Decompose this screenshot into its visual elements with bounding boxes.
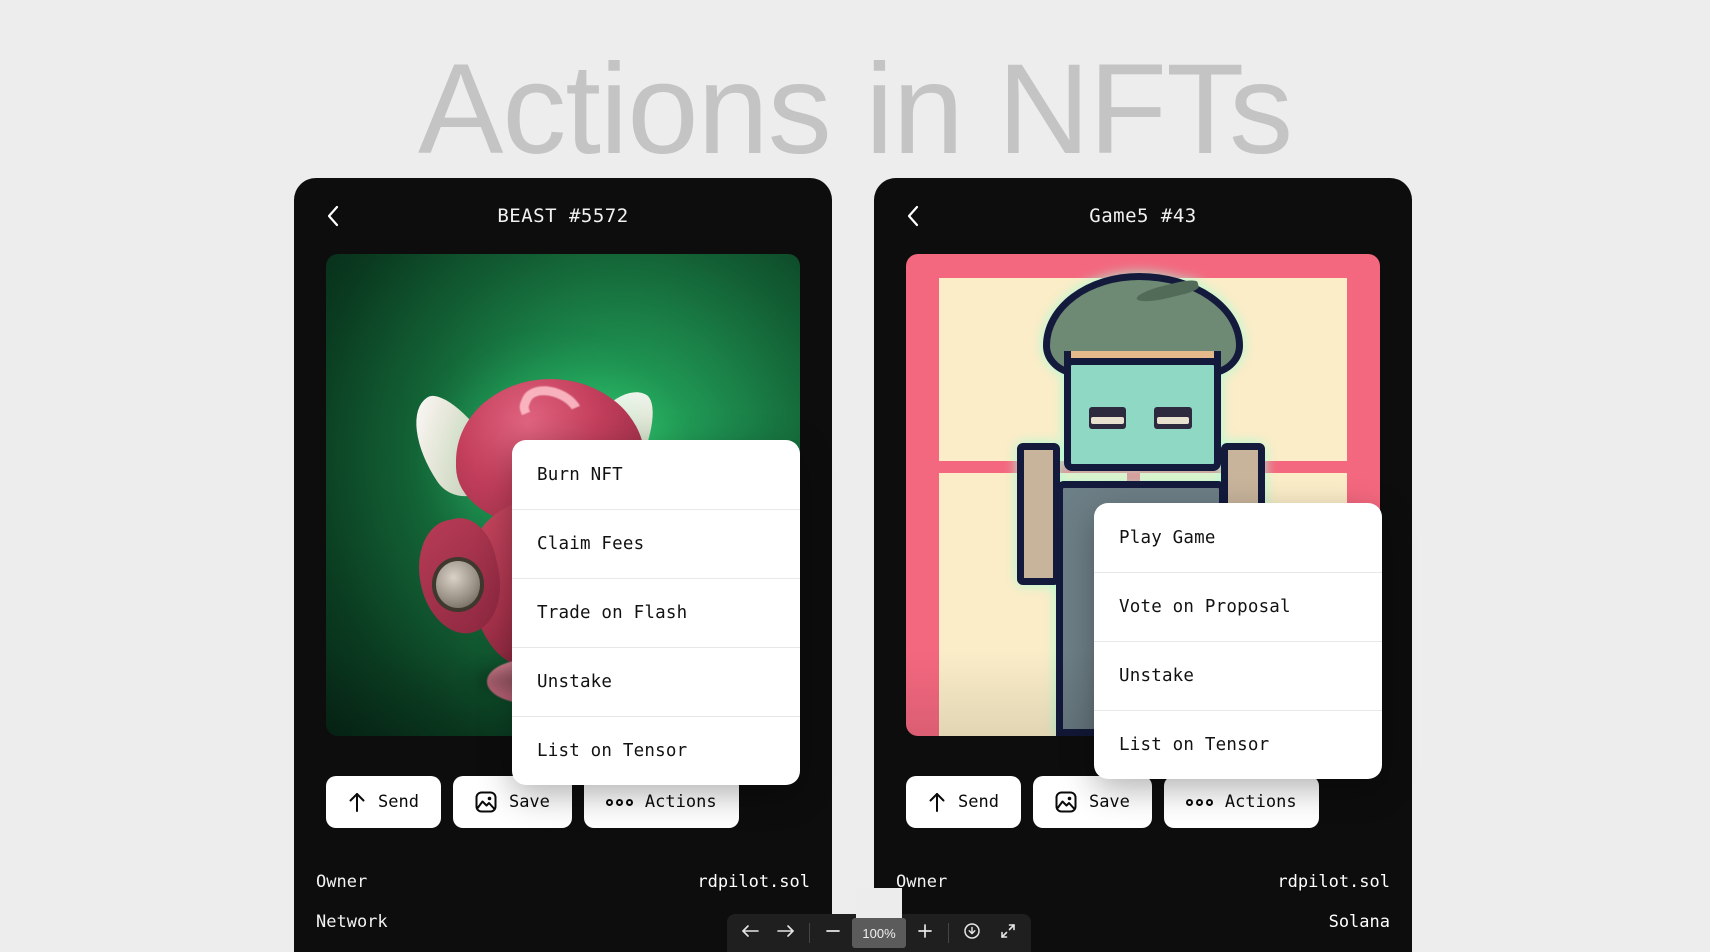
- plus-icon: [917, 923, 933, 944]
- zoom-out-button[interactable]: [816, 918, 850, 948]
- menu-item-label: Unstake: [1119, 666, 1195, 686]
- card-action-buttons: Send Save Actions: [906, 776, 1380, 828]
- three-dots-icon: [605, 798, 633, 806]
- toolbar-anchor: [856, 888, 902, 922]
- zoom-level-display[interactable]: 100%: [852, 918, 906, 948]
- toolbar-divider: [809, 923, 810, 943]
- meta-value-owner: rdpilot.sol: [697, 872, 810, 892]
- nav-forward-button[interactable]: [769, 918, 803, 948]
- actions-dropdown-beast: Burn NFT Claim Fees Trade on Flash Unsta…: [512, 440, 800, 785]
- zoom-in-button[interactable]: [908, 918, 942, 948]
- menu-item-label: List on Tensor: [1119, 735, 1270, 755]
- page-headline: Actions in NFTs: [417, 38, 1293, 181]
- back-button[interactable]: [318, 201, 348, 231]
- send-button[interactable]: Send: [326, 776, 441, 828]
- menu-item-label: Play Game: [1119, 527, 1216, 548]
- game-character-hat-fold: [1134, 277, 1200, 306]
- menu-item-list-on-tensor[interactable]: List on Tensor: [1094, 710, 1382, 779]
- zoom-toolbar: 100%: [727, 888, 1031, 952]
- zoom-reset-button[interactable]: [955, 918, 989, 948]
- actions-button[interactable]: Actions: [1163, 776, 1319, 828]
- menu-item-label: Claim Fees: [537, 534, 645, 554]
- meta-row-owner: Owner rdpilot.sol: [896, 862, 1390, 902]
- card-header: BEAST #5572: [294, 178, 832, 254]
- menu-item-label: Trade on Flash: [537, 603, 688, 623]
- actions-button-label: Actions: [644, 792, 717, 812]
- meta-value-owner: rdpilot.sol: [1277, 872, 1390, 892]
- menu-item-list-on-tensor[interactable]: List on Tensor: [512, 716, 800, 785]
- beast-swirl: [514, 377, 591, 443]
- menu-item-label: List on Tensor: [537, 741, 688, 761]
- collapse-icon: [999, 922, 1017, 945]
- arrow-up-icon: [928, 792, 946, 812]
- arrow-up-icon: [348, 792, 366, 812]
- nav-back-button[interactable]: [733, 918, 767, 948]
- card-title: Game5 #43: [1089, 205, 1197, 227]
- toolbar-divider: [948, 923, 949, 943]
- card-header: Game5 #43: [874, 178, 1412, 254]
- minus-icon: [825, 923, 841, 944]
- menu-item-trade-on-flash[interactable]: Trade on Flash: [512, 578, 800, 647]
- menu-item-burn-nft[interactable]: Burn NFT: [512, 440, 800, 509]
- save-button-label: Save: [1088, 792, 1130, 812]
- save-button[interactable]: Save: [1032, 776, 1152, 828]
- collapse-toolbar-button[interactable]: [991, 918, 1025, 948]
- meta-key-owner: Owner: [896, 872, 948, 892]
- send-button-label: Send: [378, 792, 419, 812]
- send-button[interactable]: Send: [906, 776, 1021, 828]
- meta-row-owner: Owner rdpilot.sol: [316, 862, 810, 902]
- menu-item-play-game[interactable]: Play Game: [1094, 503, 1382, 572]
- game-character-face: [1064, 358, 1222, 472]
- menu-item-label: Vote on Proposal: [1119, 597, 1291, 617]
- back-button[interactable]: [898, 201, 928, 231]
- menu-item-unstake[interactable]: Unstake: [512, 647, 800, 716]
- beast-disc: [432, 557, 484, 612]
- card-title: BEAST #5572: [497, 205, 629, 227]
- target-icon: [963, 922, 981, 945]
- menu-item-label: Burn NFT: [537, 464, 623, 485]
- meta-value-network: Solana: [1328, 912, 1390, 932]
- send-button-label: Send: [958, 792, 999, 812]
- image-icon: [475, 791, 497, 813]
- menu-item-claim-fees[interactable]: Claim Fees: [512, 509, 800, 578]
- chevron-left-icon: [906, 205, 920, 227]
- meta-key-network: Network: [316, 912, 388, 932]
- actions-button-label: Actions: [1224, 792, 1297, 812]
- game-character-eye-left: [1088, 406, 1126, 429]
- actions-dropdown-game5: Play Game Vote on Proposal Unstake List …: [1094, 503, 1382, 779]
- arrow-left-icon: [741, 924, 759, 943]
- arrow-right-icon: [777, 924, 795, 943]
- menu-item-vote-on-proposal[interactable]: Vote on Proposal: [1094, 572, 1382, 641]
- image-icon: [1055, 791, 1077, 813]
- game-character-shoulder-left: [1016, 443, 1061, 585]
- meta-key-owner: Owner: [316, 872, 368, 892]
- menu-item-unstake[interactable]: Unstake: [1094, 641, 1382, 710]
- page-root: Actions in NFTs BEAST #5572 Send Save Ac…: [0, 0, 1710, 952]
- chevron-left-icon: [326, 205, 340, 227]
- save-button-label: Save: [508, 792, 550, 812]
- game-character-eye-right: [1154, 406, 1192, 429]
- menu-item-label: Unstake: [537, 672, 613, 692]
- three-dots-icon: [1185, 798, 1213, 806]
